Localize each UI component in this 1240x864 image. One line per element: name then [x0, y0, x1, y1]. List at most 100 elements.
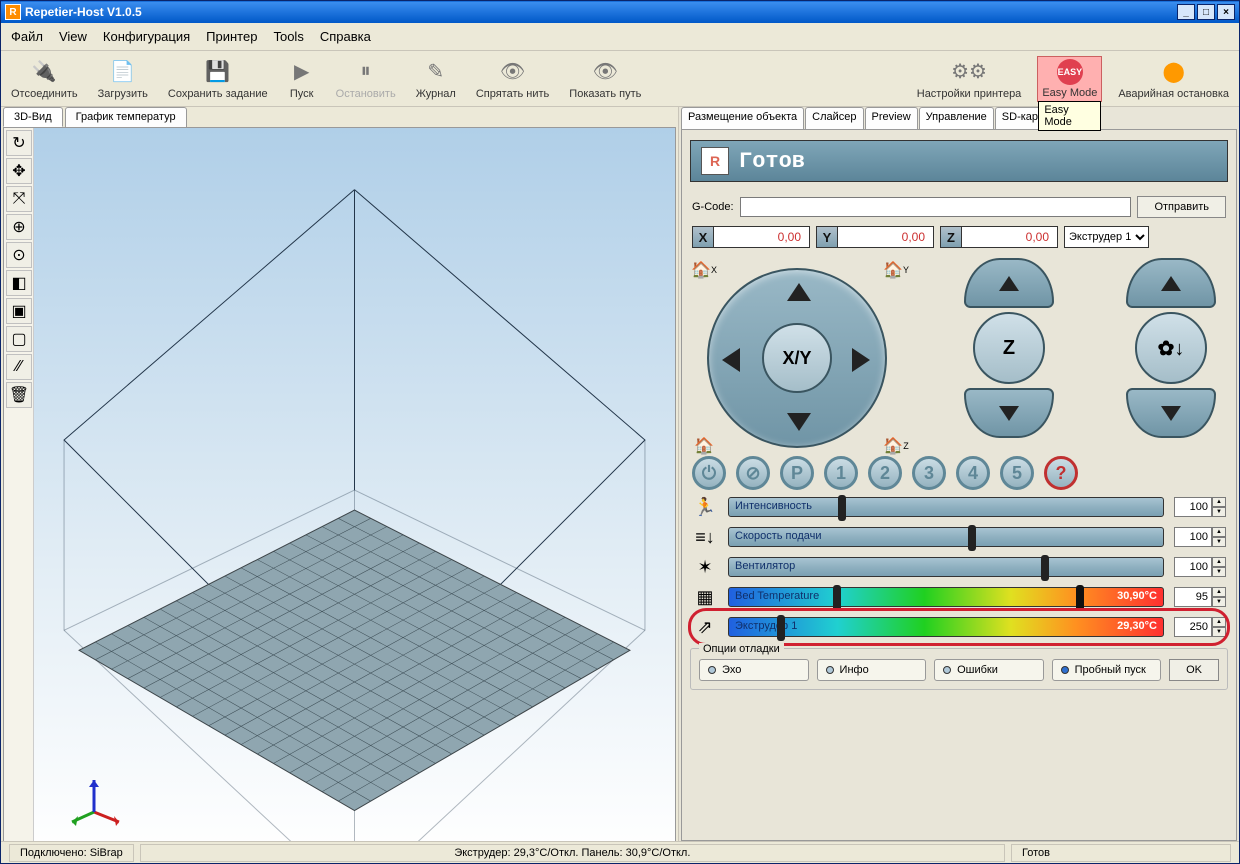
disconnect-button[interactable]: 🔌Отсоединить	[7, 56, 82, 102]
tab-temp-graph[interactable]: График температур	[65, 107, 187, 127]
xy-center-button[interactable]: X/Y	[762, 323, 832, 393]
gcode-send-button[interactable]: Отправить	[1137, 196, 1226, 218]
show-path-button[interactable]: 👁Показать путь	[565, 56, 645, 102]
slider-feedrate-value[interactable]	[1174, 527, 1212, 547]
slider-intensity-down[interactable]: ▼	[1212, 507, 1226, 517]
view-zoom-in-button[interactable]: ⊕	[6, 214, 32, 240]
debug-ok-button[interactable]: OK	[1169, 659, 1219, 681]
slider-intensity-thumb[interactable]	[838, 495, 846, 521]
view-trash-button[interactable]: 🗑	[6, 382, 32, 408]
home-x-icon[interactable]: 🏠X	[692, 258, 716, 282]
debug-dryrun[interactable]: Пробный пуск	[1052, 659, 1162, 681]
view-move-obj-button[interactable]: ⤧	[6, 186, 32, 212]
quick-button-8[interactable]: ?	[1044, 456, 1078, 490]
stop-button[interactable]: ⏸Остановить	[332, 56, 400, 102]
slider-extruder-up[interactable]: ▲	[1212, 617, 1226, 627]
tab-control[interactable]: Управление	[919, 107, 994, 129]
printer-cfg-button[interactable]: ⚙⚙Настройки принтера	[913, 56, 1026, 102]
debug-info[interactable]: Инфо	[817, 659, 927, 681]
status-header: R Готов	[690, 140, 1228, 182]
quick-button-2[interactable]: P	[780, 456, 814, 490]
gcode-input[interactable]	[740, 197, 1132, 217]
tab-slicer[interactable]: Слайсер	[805, 107, 863, 129]
view-iso-button[interactable]: ◧	[6, 270, 32, 296]
slider-bed-thumb[interactable]	[833, 585, 841, 611]
menu-config[interactable]: Конфигурация	[103, 29, 190, 44]
load-button[interactable]: 📄Загрузить	[94, 56, 152, 102]
debug-echo[interactable]: Эхо	[699, 659, 809, 681]
extr-up-button[interactable]	[1126, 258, 1216, 308]
slider-fan-down[interactable]: ▼	[1212, 567, 1226, 577]
quick-button-7[interactable]: 5	[1000, 456, 1034, 490]
home-all-icon[interactable]: 🏠	[692, 434, 716, 458]
xy-right-button[interactable]	[852, 348, 870, 372]
slider-feedrate-down[interactable]: ▼	[1212, 537, 1226, 547]
view-diag-button[interactable]: ⁄⁄	[6, 354, 32, 380]
quick-button-0[interactable]: ⏻	[692, 456, 726, 490]
close-button[interactable]: ×	[1217, 4, 1235, 20]
slider-bed-value[interactable]	[1174, 587, 1212, 607]
maximize-button[interactable]: □	[1197, 4, 1215, 20]
slider-intensity-value[interactable]	[1174, 497, 1212, 517]
extr-down-button[interactable]	[1126, 388, 1216, 438]
menu-tools[interactable]: Tools	[273, 29, 303, 44]
slider-extruder-value[interactable]	[1174, 617, 1212, 637]
easy-mode-button[interactable]: EASYEasy ModeEasy Mode	[1037, 56, 1102, 102]
slider-intensity-up[interactable]: ▲	[1212, 497, 1226, 507]
start-button[interactable]: ▶Пуск	[284, 56, 320, 102]
viewport-toolbar: ↻✥⤧⊕⊙◧▣▢⁄⁄🗑	[4, 128, 34, 841]
minimize-button[interactable]: _	[1177, 4, 1195, 20]
tab-placement[interactable]: Размещение объекта	[681, 107, 804, 129]
tab-3d-view[interactable]: 3D-Вид	[3, 107, 63, 127]
slider-extruder-thumb[interactable]	[777, 615, 785, 641]
slider-extruder-track[interactable]: Экструдер 1 29,30°C	[728, 617, 1164, 637]
menu-printer[interactable]: Принтер	[206, 29, 257, 44]
save-job-button[interactable]: 💾Сохранить задание	[164, 56, 272, 102]
view-top-button[interactable]: ▢	[6, 326, 32, 352]
slider-fan-track[interactable]: Вентилятор	[728, 557, 1164, 577]
quick-button-4[interactable]: 2	[868, 456, 902, 490]
slider-extruder-down[interactable]: ▼	[1212, 627, 1226, 637]
quick-button-3[interactable]: 1	[824, 456, 858, 490]
menu-file[interactable]: Файл	[11, 29, 43, 44]
view-move-button[interactable]: ✥	[6, 158, 32, 184]
tab-preview[interactable]: Preview	[865, 107, 918, 129]
slider-intensity-track[interactable]: Интенсивность	[728, 497, 1164, 517]
slider-feedrate-up[interactable]: ▲	[1212, 527, 1226, 537]
home-y-icon[interactable]: 🏠Y	[884, 258, 908, 282]
z-down-button[interactable]	[964, 388, 1054, 438]
xy-left-button[interactable]	[722, 348, 740, 372]
slider-fan-thumb[interactable]	[1041, 555, 1049, 581]
slider-feedrate-track[interactable]: Скорость подачи	[728, 527, 1164, 547]
xy-up-button[interactable]	[787, 283, 811, 301]
view-zoom-fit-button[interactable]: ⊙	[6, 242, 32, 268]
slider-fan-value[interactable]	[1174, 557, 1212, 577]
menu-view[interactable]: View	[59, 29, 87, 44]
left-tabs: 3D-Вид График температур	[1, 107, 678, 127]
journal-button[interactable]: ✎Журнал	[412, 56, 460, 102]
slider-fan-up[interactable]: ▲	[1212, 557, 1226, 567]
view-front-button[interactable]: ▣	[6, 298, 32, 324]
slider-bed-track[interactable]: Bed Temperature 30,90°C	[728, 587, 1164, 607]
save-job-icon: 💾	[204, 58, 232, 86]
xy-down-button[interactable]	[787, 413, 811, 431]
view-refresh-button[interactable]: ↻	[6, 130, 32, 156]
debug-errors[interactable]: Ошибки	[934, 659, 1044, 681]
home-z-icon[interactable]: 🏠Z	[884, 434, 908, 458]
quick-button-5[interactable]: 3	[912, 456, 946, 490]
menu-help[interactable]: Справка	[320, 29, 371, 44]
slider-bed-down[interactable]: ▼	[1212, 597, 1226, 607]
easy-mode-icon: EASY	[1057, 59, 1083, 85]
z-up-button[interactable]	[964, 258, 1054, 308]
slider-feedrate-thumb[interactable]	[968, 525, 976, 551]
extruder-select[interactable]: Экструдер 1	[1064, 226, 1149, 248]
slider-bed-up[interactable]: ▲	[1212, 587, 1226, 597]
quick-button-6[interactable]: 4	[956, 456, 990, 490]
hide-filament-button[interactable]: 👁Спрятать нить	[472, 56, 553, 102]
estop-button[interactable]: ⬤Аварийная остановка	[1114, 56, 1233, 102]
viewport-canvas[interactable]	[34, 128, 675, 841]
z-center-button[interactable]: Z	[973, 312, 1045, 384]
slider-bed-marker[interactable]	[1076, 585, 1084, 611]
extr-center-button[interactable]: ✿↓	[1135, 312, 1207, 384]
quick-button-1[interactable]: ⊘	[736, 456, 770, 490]
